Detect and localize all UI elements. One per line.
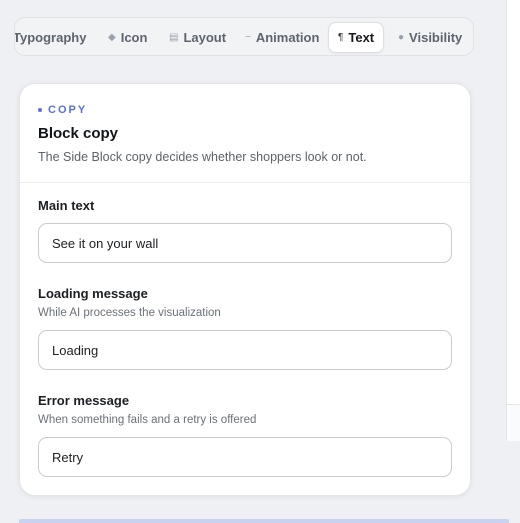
tab-label: Layout	[183, 30, 227, 45]
main-text-label: Main text	[38, 198, 95, 213]
section-eyebrow: COPY	[38, 104, 87, 116]
error-message-label: Error message	[38, 393, 130, 408]
card-description: The Side Block copy decides whether shop…	[38, 150, 367, 164]
layout-icon: ▤	[169, 31, 179, 43]
eyebrow-label: COPY	[48, 104, 88, 116]
tab-label: Icon	[120, 30, 148, 45]
tab-bar: Typography ◆ Icon ▤ Layout ~ Animation ¶…	[14, 17, 474, 56]
block-copy-card: COPY Block copy The Side Block copy deci…	[19, 83, 471, 496]
adjacent-panel-edge	[506, 0, 520, 441]
tab-label: Text	[348, 30, 375, 45]
loading-message-input[interactable]	[38, 330, 452, 370]
next-section-edge	[19, 519, 509, 523]
tab-icon[interactable]: ◆ Icon	[108, 22, 147, 53]
main-text-input[interactable]	[38, 223, 452, 263]
dot-icon	[38, 108, 42, 112]
pilcrow-icon: ¶	[338, 31, 344, 43]
error-message-help: When something fails and a retry is offe…	[38, 414, 257, 426]
visibility-icon: ●	[398, 31, 405, 43]
tab-label: Typography	[14, 30, 87, 45]
card-title: Block copy	[38, 125, 119, 142]
card-header: COPY Block copy The Side Block copy deci…	[20, 84, 470, 183]
loading-message-label: Loading message	[38, 286, 148, 301]
adjacent-panel-footer	[507, 404, 520, 441]
diamond-icon: ◆	[108, 31, 116, 43]
tab-text[interactable]: ¶ Text	[328, 22, 385, 53]
tab-visibility[interactable]: ● Visibility	[398, 22, 462, 53]
tab-label: Visibility	[409, 30, 463, 45]
tab-animation[interactable]: ~ Animation	[245, 22, 319, 53]
tab-layout[interactable]: ▤ Layout	[169, 22, 226, 53]
animation-icon: ~	[245, 31, 251, 43]
loading-message-help: While AI processes the visualization	[38, 307, 221, 319]
error-message-input[interactable]	[38, 437, 452, 477]
tab-typography[interactable]: Typography	[14, 22, 87, 53]
tab-label: Animation	[255, 30, 320, 45]
